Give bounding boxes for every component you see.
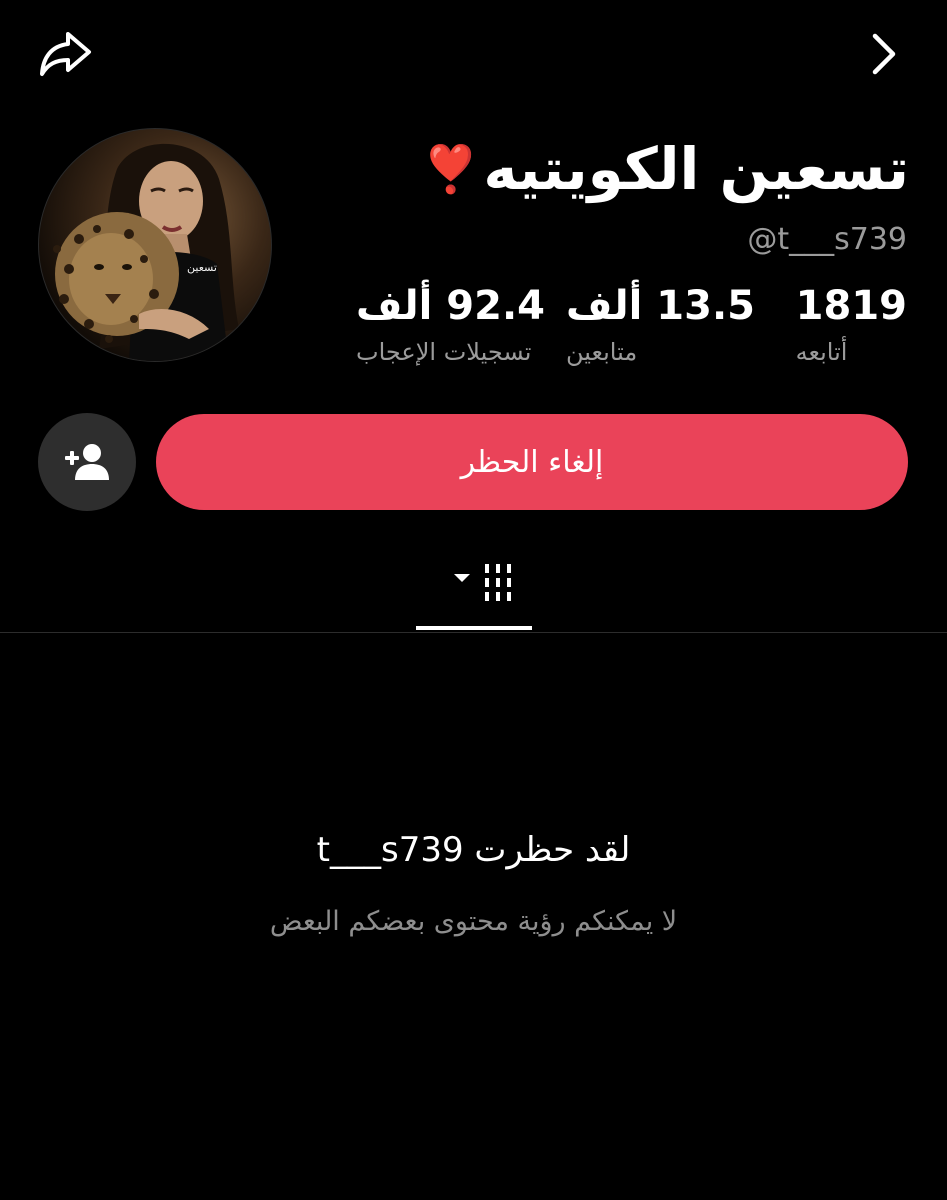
avatar-signature: تسعين [187,261,217,274]
unblock-button[interactable]: إلغاء الحظر [156,414,908,510]
blocked-subtitle: لا يمكنكم رؤية محتوى بعضكم البعض [269,906,678,937]
person-add-icon [65,444,109,480]
display-name-row: تسعين الكويتيه ❣️ [422,128,909,210]
stat-following[interactable]: 1819 أتابعه [796,284,907,366]
active-tab-indicator [416,626,532,630]
stat-likes[interactable]: 92.4 ألف تسجيلات الإعجاب [356,284,545,366]
username: @t___s739 [747,222,907,257]
stat-value: 92.4 ألف [356,283,545,329]
stat-value: 13.5 ألف [566,283,755,329]
stat-followers[interactable]: 13.5 ألف متابعين [566,284,755,366]
stat-label: تسجيلات الإعجاب [356,338,532,366]
avatar[interactable]: تسعين [38,128,272,362]
tab-videos[interactable] [416,556,532,632]
heart-exclamation-icon: ❣️ [422,142,480,196]
stat-value: 1819 [795,283,907,329]
add-friend-button[interactable] [38,413,136,511]
chevron-right-icon[interactable] [869,32,899,76]
share-icon[interactable] [36,28,94,80]
stat-label: متابعين [566,338,638,366]
stat-label: أتابعه [795,338,848,366]
display-name: تسعين الكويتيه [483,135,909,203]
tabs-divider [0,632,947,633]
unblock-label: إلغاء الحظر [460,444,604,480]
blocked-title: لقد حظرت t___s739 [316,830,631,870]
videos-grid-icon [454,564,511,601]
